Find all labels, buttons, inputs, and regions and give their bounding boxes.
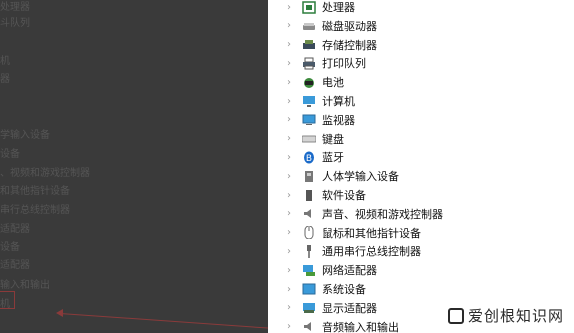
chevron-right-icon[interactable]: ›	[284, 133, 294, 144]
ghost-text: 和其他指针设备	[0, 186, 70, 197]
ghost-text: 输入和输出	[0, 280, 50, 291]
chevron-right-icon[interactable]: ›	[284, 58, 294, 69]
battery-icon	[302, 76, 316, 89]
speaker-icon	[302, 207, 316, 220]
tree-item-label: 处理器	[322, 1, 355, 14]
tree-item[interactable]: › 处理器	[284, 0, 355, 16]
tree-item[interactable]: › 打印队列	[284, 54, 366, 72]
chevron-right-icon[interactable]: ›	[284, 208, 294, 219]
tree-item[interactable]: › 显示适配器	[284, 299, 377, 317]
tree-item-label: 音频输入和输出	[322, 320, 399, 333]
tree-item[interactable]: › 音频输入和输出	[284, 318, 399, 333]
device-manager-tree: › 处理器 › 磁盘驱动器 › 存储控制器 › 打印队列 › 电池 › 计算机 › 监视器 › 键盘 › B 蓝牙 ›…	[268, 0, 574, 333]
tree-item[interactable]: › 存储控制器	[284, 36, 377, 54]
tree-item-label: 人体学输入设备	[322, 170, 399, 184]
hid-icon	[302, 170, 316, 183]
printer-icon	[302, 57, 316, 70]
tree-item-label: 存储控制器	[322, 38, 377, 52]
tree-item[interactable]: › 人体学输入设备	[284, 167, 399, 185]
keyboard-icon	[301, 132, 317, 145]
ghost-text: 处理器	[0, 2, 30, 13]
chevron-right-icon[interactable]: ›	[284, 96, 294, 107]
chevron-right-icon[interactable]: ›	[284, 302, 294, 313]
ghost-text: 机	[0, 56, 10, 67]
watermark-logo	[447, 307, 464, 324]
chevron-right-icon[interactable]: ›	[284, 265, 294, 276]
ghost-text: 设备	[0, 242, 20, 253]
chevron-right-icon[interactable]: ›	[284, 77, 294, 88]
tree-item[interactable]: › 软件设备	[284, 186, 366, 204]
tree-item-label: 网络适配器	[322, 264, 377, 278]
svg-text:B: B	[306, 154, 312, 164]
tree-item[interactable]: › B 蓝牙	[284, 148, 344, 166]
background-window: 处理器 斗队列机器学输入设备 设备 、视频和游戏控制器 和其他指针设备 串行总线控制器 适配…	[0, 0, 268, 333]
tree-item-label: 蓝牙	[322, 151, 344, 165]
tree-item[interactable]: › 通用串行总线控制器	[284, 242, 421, 260]
chevron-right-icon[interactable]: ›	[284, 190, 294, 201]
tree-item[interactable]: › 电池	[284, 73, 344, 91]
ghost-text: 串行总线控制器	[0, 205, 70, 216]
monitor-icon	[302, 113, 316, 126]
software-device-icon	[302, 189, 316, 202]
tree-item-label: 鼠标和其他指针设备	[322, 226, 421, 240]
arrow-line	[59, 313, 268, 329]
ghost-text: 学输入设备	[0, 130, 50, 141]
chevron-right-icon[interactable]: ›	[284, 284, 294, 295]
disk-drive-icon	[302, 19, 316, 32]
ghost-text: 、视频和游戏控制器	[0, 168, 90, 179]
chevron-right-icon[interactable]: ›	[284, 321, 294, 332]
bluetooth-icon: B	[302, 151, 316, 164]
system-device-icon	[302, 283, 316, 296]
watermark: 爱创根知识网	[443, 304, 568, 327]
tree-item[interactable]: › 磁盘驱动器	[284, 17, 377, 35]
tree-item-label: 计算机	[322, 95, 355, 108]
chevron-right-icon[interactable]: ›	[284, 2, 294, 13]
ghost-text: 适配器	[0, 224, 30, 235]
tree-item[interactable]: › 鼠标和其他指针设备	[284, 224, 421, 242]
processor-icon	[302, 0, 316, 14]
tree-item[interactable]: › 监视器	[284, 111, 355, 129]
tree-item[interactable]: › 声音、视频和游戏控制器	[284, 205, 443, 223]
tree-item-label: 磁盘驱动器	[322, 19, 377, 33]
mouse-icon	[302, 225, 316, 240]
chevron-right-icon[interactable]: ›	[284, 114, 294, 125]
tree-item-label: 通用串行总线控制器	[322, 245, 421, 259]
chevron-right-icon[interactable]: ›	[284, 171, 294, 182]
chevron-right-icon[interactable]: ›	[284, 39, 294, 50]
tree-item-label: 键盘	[322, 132, 344, 146]
network-adapter-icon	[302, 264, 316, 277]
ghost-text: 设备	[0, 149, 20, 160]
chevron-right-icon[interactable]: ›	[284, 20, 294, 31]
tree-item[interactable]: › 计算机	[284, 92, 355, 110]
usb-icon	[302, 244, 316, 258]
audio-io-icon	[302, 320, 316, 333]
ghost-text: 斗队列	[0, 18, 30, 29]
tree-item[interactable]: › 键盘	[284, 130, 344, 148]
chevron-right-icon[interactable]: ›	[284, 152, 294, 163]
tree-item-label: 软件设备	[322, 189, 366, 202]
display-adapter-icon	[302, 301, 316, 314]
storage-controller-icon	[302, 38, 316, 51]
chevron-right-icon[interactable]: ›	[284, 246, 294, 257]
chevron-right-icon[interactable]: ›	[284, 227, 294, 238]
highlight-box	[0, 291, 15, 309]
tree-item-label: 电池	[322, 76, 344, 90]
tree-item-label: 系统设备	[322, 283, 366, 296]
tree-item-label: 显示适配器	[322, 301, 377, 315]
tree-item-label: 声音、视频和游戏控制器	[322, 207, 443, 221]
watermark-text: 爱创根知识网	[467, 307, 564, 325]
ghost-text: 适配器	[0, 260, 30, 271]
tree-item-label: 打印队列	[322, 57, 366, 71]
tree-item[interactable]: › 系统设备	[284, 280, 366, 298]
tree-item[interactable]: › 网络适配器	[284, 261, 377, 279]
tree-item-label: 监视器	[322, 113, 355, 127]
ghost-text: 器	[0, 74, 10, 85]
computer-icon	[302, 95, 316, 108]
